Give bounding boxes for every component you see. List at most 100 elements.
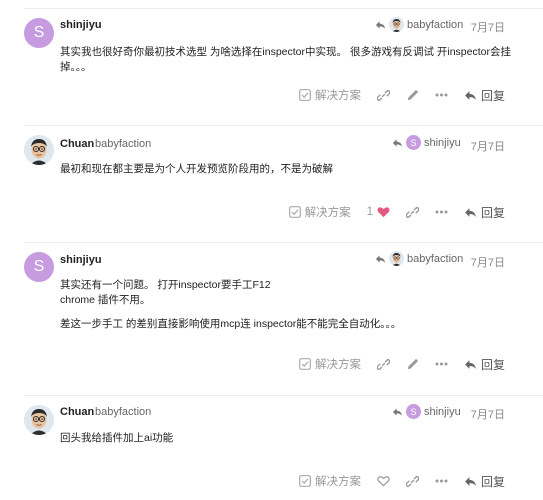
share-link-button[interactable]: [369, 354, 398, 374]
post-date[interactable]: 7月7日: [471, 19, 505, 35]
reply-icon: [465, 476, 476, 486]
share-link-button[interactable]: [369, 85, 398, 105]
post-actions: 解决方案 回复: [291, 85, 505, 105]
reply-to-indicator[interactable]: babyfaction: [375, 251, 463, 266]
reply-arrow-icon: [375, 20, 386, 29]
post-date[interactable]: 7月7日: [471, 138, 505, 154]
post-divider: [24, 395, 543, 396]
solution-button[interactable]: 解决方案: [291, 354, 369, 374]
post-text: 差这一步手工 的差别直接影响使用mcp连 inspector能不能完全自动化。。…: [60, 318, 402, 330]
post-divider: [24, 125, 543, 126]
avatar[interactable]: [24, 405, 54, 435]
post-body: 最初和现在都主要是为个人开发预览阶段用的，不是为破解: [60, 162, 523, 177]
like-button[interactable]: [369, 471, 398, 491]
author-username[interactable]: babyfaction: [95, 406, 151, 418]
reply-to-indicator[interactable]: S shinjiyu: [392, 404, 461, 419]
post-date[interactable]: 7月7日: [471, 254, 505, 270]
avatar: [389, 17, 404, 32]
reply-label: 回复: [480, 205, 505, 220]
solution-button[interactable]: 解决方案: [281, 202, 359, 222]
link-icon: [376, 89, 390, 101]
post-body: 其实还有一个问题。 打开inspector要手工F12 chrome 插件不用。…: [60, 278, 523, 332]
more-options-button[interactable]: [427, 85, 456, 105]
reply-label: 回复: [480, 88, 505, 103]
post-text: [60, 308, 523, 317]
heart-outline-icon: [377, 476, 390, 487]
reply-arrow-icon: [392, 138, 403, 147]
post-actions: 解决方案 回复: [291, 354, 505, 374]
post-text: 其实我也很好奇你最初技术选型 为啥选择在inspector中实现。 很多游戏有反…: [60, 46, 511, 73]
share-link-button[interactable]: [398, 471, 427, 491]
solution-label: 解决方案: [314, 359, 361, 371]
solution-label: 解决方案: [304, 207, 351, 219]
edit-button[interactable]: [398, 354, 427, 374]
post: S shinjiyu babyfaction 7月7日 其实还有一个问题。 打开…: [0, 235, 543, 395]
like-count: 1: [366, 206, 373, 218]
post-date[interactable]: 7月7日: [471, 406, 505, 422]
author-name[interactable]: Chuan: [60, 138, 94, 150]
reply-to-username: babyfaction: [407, 18, 464, 31]
avatar[interactable]: S: [24, 252, 54, 282]
reply-to-username: shinjiyu: [424, 405, 461, 418]
reply-icon: [465, 90, 476, 100]
avatar[interactable]: [24, 135, 54, 165]
post: S shinjiyu babyfaction 7月7日 其实我也很好奇你最初技术…: [0, 0, 543, 115]
more-options-button[interactable]: [427, 202, 456, 222]
reply-button[interactable]: 回复: [456, 202, 505, 222]
checkbox-icon: [299, 358, 311, 370]
reply-icon: [465, 207, 476, 217]
post-actions: 解决方案 1 回复: [281, 202, 505, 222]
solution-label: 解决方案: [314, 476, 361, 488]
ellipsis-icon: [435, 362, 448, 366]
more-options-button[interactable]: [427, 354, 456, 374]
post-divider: [24, 8, 543, 9]
checkbox-icon: [299, 475, 311, 487]
post-text: 最初和现在都主要是为个人开发预览阶段用的，不是为破解: [60, 163, 333, 175]
author-name[interactable]: shinjiyu: [60, 254, 102, 266]
post-body: 回头我给插件加上ai功能: [60, 431, 523, 446]
post-body: 其实我也很好奇你最初技术选型 为啥选择在inspector中实现。 很多游戏有反…: [60, 45, 523, 75]
avatar: [389, 251, 404, 266]
reply-button[interactable]: 回复: [456, 354, 505, 374]
ellipsis-icon: [435, 210, 448, 214]
avatar[interactable]: S: [24, 18, 54, 48]
solution-label: 解决方案: [314, 90, 361, 102]
reply-button[interactable]: 回复: [456, 85, 505, 105]
checkbox-icon: [299, 89, 311, 101]
checkbox-icon: [288, 206, 301, 218]
heart-icon: [377, 207, 390, 218]
ellipsis-icon: [435, 479, 448, 483]
pencil-icon: [407, 358, 419, 369]
reply-to-indicator[interactable]: S shinjiyu: [392, 135, 461, 150]
like-button[interactable]: 1: [359, 202, 398, 222]
solution-button[interactable]: 解决方案: [291, 85, 369, 105]
avatar: S: [406, 135, 421, 150]
reply-icon: [465, 359, 476, 369]
post: Chuan babyfaction S shinjiyu 7月7日 最初和现在都…: [0, 115, 543, 235]
post: Chuan babyfaction S shinjiyu 7月7日 回头我给插件…: [0, 395, 543, 500]
reply-to-indicator[interactable]: babyfaction: [375, 17, 463, 32]
link-icon: [376, 358, 390, 370]
author-name[interactable]: Chuan: [60, 406, 94, 418]
post-divider: [24, 242, 543, 243]
solution-button[interactable]: 解决方案: [291, 471, 369, 491]
pencil-icon: [407, 89, 419, 100]
reply-arrow-icon: [375, 254, 386, 263]
link-icon: [405, 206, 419, 218]
post-actions: 解决方案 回复: [291, 471, 505, 491]
reply-label: 回复: [480, 474, 505, 489]
reply-label: 回复: [480, 357, 505, 372]
author-username[interactable]: babyfaction: [95, 138, 151, 150]
post-text: 回头我给插件加上ai功能: [60, 432, 174, 444]
reply-to-username: babyfaction: [407, 252, 464, 265]
avatar: S: [406, 404, 421, 419]
post-text: chrome 插件不用。: [60, 294, 151, 306]
ellipsis-icon: [435, 93, 448, 97]
post-text: 其实还有一个问题。 打开inspector要手工F12: [60, 279, 271, 291]
share-link-button[interactable]: [398, 202, 427, 222]
link-icon: [405, 475, 419, 487]
reply-button[interactable]: 回复: [456, 471, 505, 491]
author-name[interactable]: shinjiyu: [60, 19, 102, 31]
edit-button[interactable]: [398, 85, 427, 105]
more-options-button[interactable]: [427, 471, 456, 491]
